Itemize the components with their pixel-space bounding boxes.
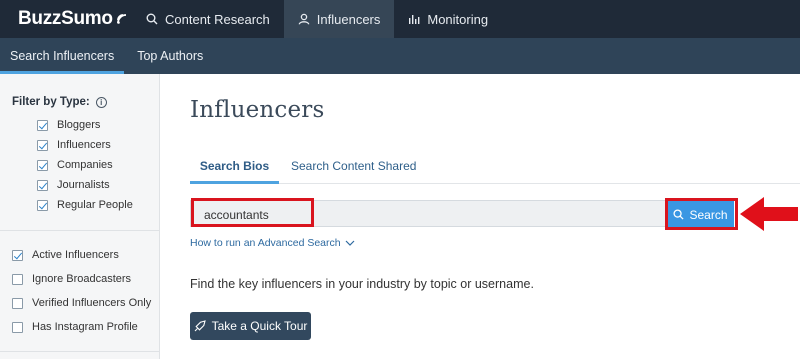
- filter-title-label: Filter by Type:: [12, 96, 90, 108]
- checkbox[interactable]: [37, 119, 48, 131]
- checkbox[interactable]: [37, 199, 48, 211]
- checkbox-label: Bloggers: [57, 119, 101, 131]
- sub-nav: Search Influencers Top Authors: [0, 38, 800, 74]
- checkbox[interactable]: [37, 179, 48, 191]
- checkbox-label: Influencers: [57, 139, 111, 151]
- subnav-top-authors[interactable]: Top Authors: [124, 38, 213, 74]
- filter-title: Filter by Type: i: [12, 96, 107, 108]
- chevron-down-icon: [345, 240, 355, 246]
- type-filter-regular-people[interactable]: Regular People: [37, 199, 133, 211]
- checkbox-label: Journalists: [57, 179, 110, 191]
- checkbox[interactable]: [37, 159, 48, 171]
- input-highlight-box: [191, 198, 314, 227]
- rocket-icon: [194, 320, 206, 332]
- nav-content-research[interactable]: Content Research: [132, 0, 284, 38]
- option-active-influencers[interactable]: Active Influencers: [12, 249, 119, 261]
- page-title: Influencers: [190, 97, 325, 123]
- checkbox[interactable]: [12, 249, 23, 261]
- button-highlight-box: [665, 198, 738, 230]
- info-icon[interactable]: i: [95, 96, 107, 108]
- option-ignore-broadcasters[interactable]: Ignore Broadcasters: [12, 273, 131, 285]
- checkbox-label: Regular People: [57, 199, 133, 211]
- type-filter-journalists[interactable]: Journalists: [37, 179, 110, 191]
- type-filter-influencers[interactable]: Influencers: [37, 139, 111, 151]
- tab-search-content-shared[interactable]: Search Content Shared: [291, 159, 416, 173]
- divider: [0, 351, 160, 352]
- checkbox-label: Companies: [57, 159, 113, 171]
- nav-label: Content Research: [165, 11, 270, 27]
- search-tabs: Search Bios Search Content Shared: [190, 151, 800, 184]
- option-has-instagram[interactable]: Has Instagram Profile: [12, 321, 138, 333]
- filter-sidebar: Filter by Type: i Bloggers Influencers C…: [0, 74, 160, 359]
- logo-signal-icon: [116, 14, 126, 24]
- quick-tour-button[interactable]: Take a Quick Tour: [190, 312, 311, 340]
- red-arrow-icon: [740, 197, 798, 231]
- checkbox[interactable]: [37, 139, 48, 151]
- description-text: Find the key influencers in your industr…: [190, 277, 534, 291]
- type-filter-bloggers[interactable]: Bloggers: [37, 119, 100, 131]
- user-icon: [298, 13, 310, 25]
- checkbox-label: Verified Influencers Only: [32, 297, 152, 309]
- tab-search-bios[interactable]: Search Bios: [190, 159, 279, 184]
- checkbox-label: Active Influencers: [32, 249, 119, 261]
- checkbox[interactable]: [12, 321, 23, 333]
- bar-chart-icon: [409, 15, 420, 24]
- nav-label: Influencers: [316, 11, 381, 27]
- divider: [0, 230, 160, 231]
- logo-text: BuzzSumo: [18, 8, 113, 29]
- option-verified-only[interactable]: Verified Influencers Only: [12, 297, 151, 309]
- checkbox-label: Has Instagram Profile: [32, 321, 138, 333]
- checkbox[interactable]: [12, 297, 23, 309]
- advanced-search-link[interactable]: How to run an Advanced Search: [190, 237, 355, 249]
- quick-tour-label: Take a Quick Tour: [211, 319, 308, 333]
- nav-monitoring[interactable]: Monitoring: [394, 0, 502, 38]
- top-nav: BuzzSumo Content Research Influencers Mo…: [0, 0, 800, 38]
- checkbox[interactable]: [12, 273, 23, 285]
- nav-label: Monitoring: [427, 11, 489, 27]
- subnav-search-influencers[interactable]: Search Influencers: [0, 38, 125, 74]
- logo[interactable]: BuzzSumo: [0, 0, 132, 38]
- advanced-search-label: How to run an Advanced Search: [190, 237, 341, 249]
- checkbox-label: Ignore Broadcasters: [32, 273, 132, 285]
- nav-influencers[interactable]: Influencers: [283, 0, 395, 38]
- search-icon: [146, 13, 158, 25]
- type-filter-companies[interactable]: Companies: [37, 159, 113, 171]
